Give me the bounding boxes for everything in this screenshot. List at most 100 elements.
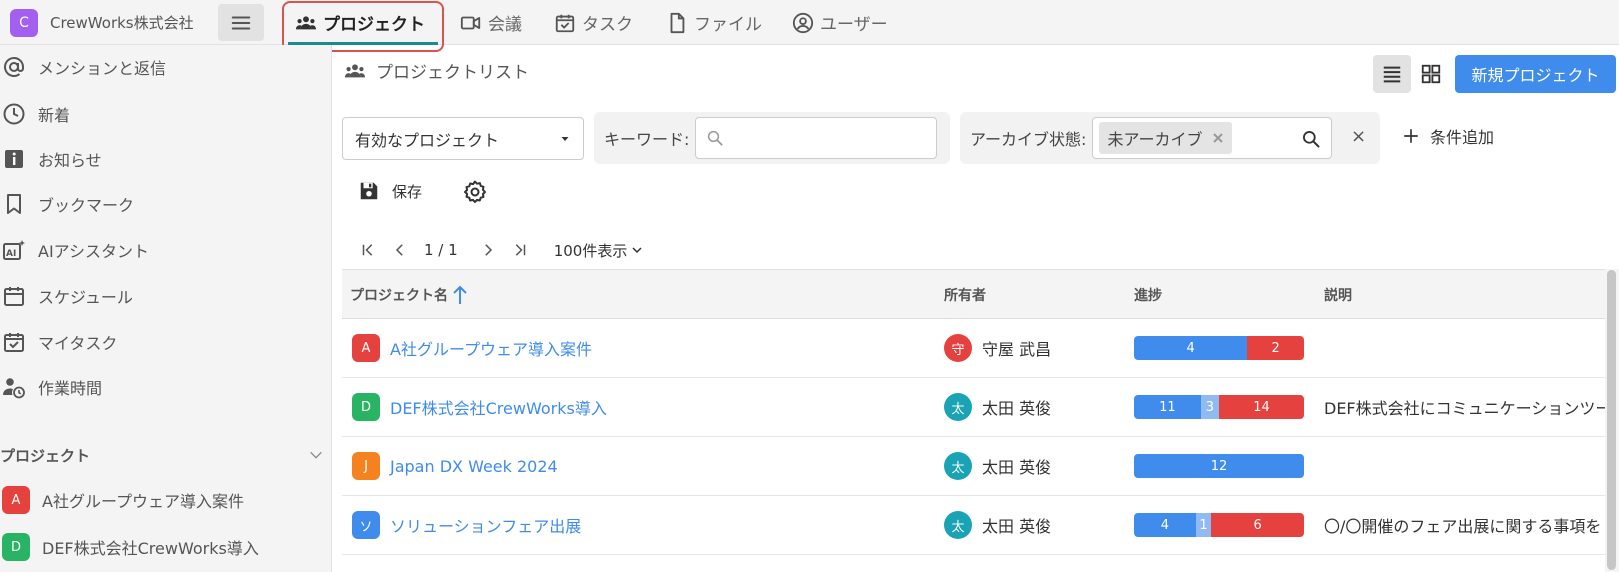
- project-link[interactable]: ソリューションフェア出展: [390, 513, 581, 537]
- sidebar-item-work-time[interactable]: 作業時間: [0, 365, 102, 409]
- first-page-button[interactable]: [352, 236, 384, 264]
- user-clock-icon: [3, 378, 25, 399]
- project-badge: ソ: [352, 511, 380, 539]
- project-link[interactable]: A社グループウェア導入案件: [390, 336, 592, 360]
- owner-cell: 守守屋 武昌: [944, 319, 1124, 377]
- project-table: プロジェクト名 所有者 進捗 説明 A A社グループウェア導入案件守守屋 武昌 4 2…: [342, 269, 1608, 572]
- last-page-button[interactable]: [504, 236, 536, 264]
- hamburger-icon: [231, 15, 251, 30]
- page-size-select[interactable]: 100件表示: [554, 240, 644, 261]
- sidebar-item-schedule[interactable]: スケジュール: [0, 274, 133, 318]
- sidebar-item-notices[interactable]: お知らせ: [0, 137, 102, 181]
- tab-task-label: タスク: [582, 15, 633, 35]
- project-name-cell[interactable]: J Japan DX Week 2024: [350, 437, 930, 495]
- settings-button[interactable]: [463, 180, 487, 208]
- progress-cell: 42: [1134, 319, 1314, 377]
- progress-cell: 11 3 14: [1134, 378, 1314, 436]
- table-scrollbar-thumb[interactable]: [1607, 270, 1616, 570]
- sidebar-section-title: プロジェクト: [0, 446, 91, 465]
- project-badge: A: [2, 486, 30, 514]
- page-size-value: 100件表示: [553, 241, 628, 260]
- sidebar-item-ai-assistant[interactable]: AI AIアシスタント: [0, 228, 149, 272]
- table-row[interactable]: A A社グループウェア導入案件 守守屋 武昌 4 2: [342, 319, 1608, 378]
- project-name-cell[interactable]: ソソリューションフェア出展: [350, 496, 930, 554]
- avatar[interactable]: 守: [944, 334, 972, 362]
- video-icon: [460, 16, 481, 29]
- org-name[interactable]: CrewWorks株式会社: [50, 12, 194, 33]
- sidebar-item-label: スケジュール: [38, 288, 133, 307]
- list-view-button[interactable]: [1373, 55, 1411, 93]
- column-header-progress[interactable]: 進捗: [1134, 270, 1162, 319]
- gear-icon: [464, 180, 486, 203]
- avatar[interactable]: 太: [944, 393, 972, 421]
- archive-input[interactable]: 未アーカイブ: [1092, 117, 1333, 159]
- page-title-text: プロジェクトリスト: [376, 63, 529, 83]
- column-header-description[interactable]: 説明: [1324, 270, 1352, 319]
- description-cell: 〇/〇開催のフェア出展に関する事項を: [1324, 496, 1608, 554]
- project-name-cell[interactable]: A A社グループウェア導入案件: [350, 319, 930, 377]
- first-page-icon: [362, 244, 373, 256]
- tag-remove-icon[interactable]: [1212, 132, 1224, 144]
- project-name-cell[interactable]: D DEF株式会社CrewWorks導入: [350, 378, 930, 436]
- tab-task[interactable]: タスク: [554, 0, 633, 45]
- org-avatar[interactable]: C: [10, 9, 38, 37]
- owner-cell: 太太田 英俊: [944, 378, 1124, 436]
- avatar[interactable]: 太: [944, 511, 972, 539]
- description-cell: [1324, 319, 1608, 377]
- sidebar-project-item[interactable]: A A社グループウェア導入案件: [0, 478, 244, 522]
- table-header: プロジェクト名 所有者 進捗 説明: [342, 270, 1608, 319]
- table-row[interactable]: D DEF株式会社CrewWorks導入 太太田 英俊 11 3 14 DEF株式会社にコミ…: [342, 378, 1608, 437]
- tab-file[interactable]: ファイル: [666, 0, 762, 45]
- save-button[interactable]: 保存: [358, 180, 422, 202]
- tab-meeting[interactable]: 会議: [460, 0, 522, 45]
- sidebar-item-label: ブックマーク: [38, 196, 135, 215]
- file-icon: [670, 12, 685, 33]
- progress-bar[interactable]: 12: [1134, 454, 1304, 478]
- project-status-select[interactable]: 有効なプロジェクト: [342, 117, 584, 160]
- chevron-down-icon[interactable]: [308, 447, 324, 463]
- column-header-label: 所有者: [944, 287, 986, 304]
- keyword-filter: キーワード:: [594, 112, 950, 164]
- search-icon[interactable]: [1301, 129, 1321, 149]
- project-badge: D: [2, 533, 30, 561]
- owner-name: 太田 英俊: [982, 399, 1052, 418]
- clear-filter-button[interactable]: ×: [1351, 126, 1366, 147]
- sidebar-project-item[interactable]: D DEF株式会社CrewWorks導入: [0, 525, 259, 569]
- sidebar-item-new[interactable]: 新着: [0, 92, 70, 136]
- table-row[interactable]: J Japan DX Week 2024 太太田 英俊 12: [342, 437, 1608, 496]
- info-icon: [5, 150, 23, 168]
- tab-user[interactable]: ユーザー: [792, 0, 888, 45]
- progress-bar[interactable]: 11 3 14: [1134, 395, 1304, 419]
- avatar[interactable]: 太: [944, 452, 972, 480]
- sidebar-item-bookmark[interactable]: ブックマーク: [0, 182, 134, 226]
- next-page-button[interactable]: [472, 236, 504, 264]
- keyword-label: キーワード:: [604, 130, 690, 149]
- grid-view-button[interactable]: [1412, 55, 1450, 93]
- sidebar-item-my-task[interactable]: マイタスク: [0, 320, 117, 364]
- progress-bar[interactable]: 42: [1134, 336, 1304, 360]
- tab-project[interactable]: プロジェクト: [295, 0, 425, 45]
- grid-view-icon: [1421, 64, 1441, 84]
- people-icon: [295, 15, 317, 29]
- tab-meeting-label: 会議: [488, 15, 522, 35]
- ai-icon: AI: [3, 240, 25, 260]
- progress-bar[interactable]: 416: [1134, 513, 1304, 537]
- project-link[interactable]: DEF株式会社CrewWorks導入: [390, 395, 607, 419]
- column-header-name[interactable]: プロジェクト名: [350, 270, 468, 319]
- prev-page-button[interactable]: [384, 236, 416, 264]
- keyword-input[interactable]: [695, 117, 938, 159]
- description-cell: DEF株式会社にコミュニケーションツール: [1324, 378, 1608, 436]
- add-condition-button[interactable]: 条件追加: [1402, 124, 1494, 148]
- column-header-label: 進捗: [1134, 287, 1162, 304]
- table-row[interactable]: ソソリューションフェア出展太太田 英俊 4 1 6 〇/〇開催のフェア出展に関する事項を: [342, 496, 1608, 555]
- sidebar-item-mentions[interactable]: メンションと返信: [0, 45, 166, 89]
- caret-down-icon: [561, 136, 569, 141]
- project-link[interactable]: Japan DX Week 2024: [390, 457, 558, 476]
- menu-button[interactable]: [218, 4, 264, 41]
- column-header-owner[interactable]: 所有者: [944, 270, 986, 319]
- chevron-left-icon: [395, 244, 403, 256]
- sidebar-project-section[interactable]: プロジェクト: [0, 441, 324, 469]
- task-check-icon: [555, 14, 575, 32]
- project-description: 〇/〇開催のフェア出展に関する事項を: [1324, 517, 1602, 536]
- new-project-button[interactable]: 新規プロジェクト: [1455, 55, 1616, 93]
